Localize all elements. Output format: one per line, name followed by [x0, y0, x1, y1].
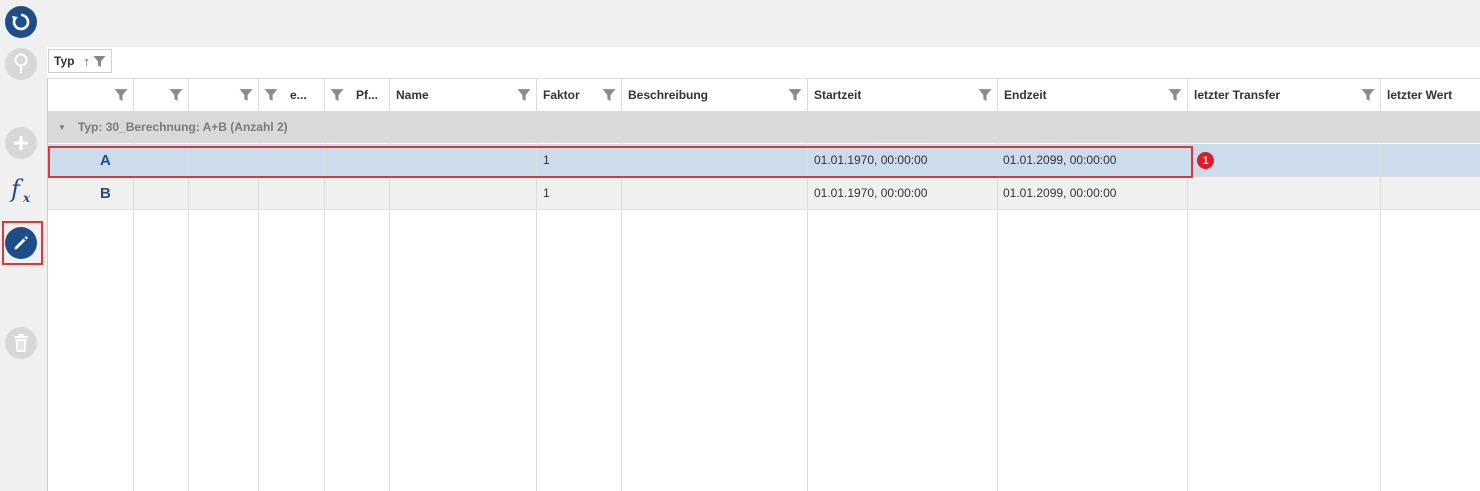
- filter-icon[interactable]: [330, 88, 344, 102]
- pin-button[interactable]: [5, 48, 37, 80]
- column-header-blank-2[interactable]: [134, 79, 189, 111]
- column-header-name[interactable]: Name: [390, 79, 537, 111]
- fx-icon: f x: [9, 175, 31, 205]
- cell-divider: [1380, 144, 1381, 176]
- column-header-label: Startzeit: [814, 88, 862, 102]
- group-by-panel: Typ ↑: [47, 47, 1480, 79]
- column-header-label: letzter Wert: [1387, 88, 1453, 102]
- trash-icon: [14, 334, 28, 352]
- filter-icon[interactable]: [1168, 88, 1182, 105]
- filter-icon[interactable]: [93, 55, 106, 68]
- column-header-blank-1[interactable]: [48, 79, 134, 111]
- filter-icon[interactable]: [114, 88, 128, 105]
- data-grid: e... Pf... Name Faktor Beschreibung Startzeit…: [47, 79, 1480, 491]
- cell-faktor: 1: [543, 186, 550, 200]
- column-header-beschreibung[interactable]: Beschreibung: [622, 79, 808, 111]
- column-header-label: Name: [396, 88, 429, 102]
- plus-icon: [14, 136, 28, 150]
- column-header-letzter-wert[interactable]: letzter Wert: [1381, 79, 1480, 111]
- column-header-letzter-transfer[interactable]: letzter Transfer: [1188, 79, 1381, 111]
- cell-startzeit: 01.01.1970, 00:00:00: [814, 186, 928, 200]
- group-by-chip-typ[interactable]: Typ ↑: [48, 49, 112, 73]
- cell-divider: [807, 177, 808, 209]
- group-row-label: Typ: 30_Berechnung: A+B (Anzahl 2): [77, 120, 288, 134]
- cell-divider: [389, 177, 390, 209]
- refresh-button[interactable]: [5, 6, 37, 38]
- refresh-icon: [12, 13, 30, 31]
- filter-icon[interactable]: [169, 88, 183, 105]
- filter-icon[interactable]: [264, 88, 278, 102]
- group-row[interactable]: ▼ Typ: 30_Berechnung: A+B (Anzahl 2): [48, 111, 1480, 143]
- column-header-label: Beschreibung: [628, 88, 709, 102]
- filter-icon[interactable]: [602, 88, 616, 105]
- filter-icon[interactable]: [239, 88, 253, 105]
- column-header-label: Pf...: [356, 88, 379, 102]
- column-header-pf[interactable]: Pf...: [325, 79, 390, 111]
- column-header-faktor[interactable]: Faktor: [537, 79, 622, 111]
- formula-button[interactable]: f x: [9, 173, 37, 207]
- column-header-blank-3[interactable]: [189, 79, 259, 111]
- svg-text:f: f: [9, 175, 24, 203]
- column-header-label: Endzeit: [1004, 88, 1047, 102]
- table-row[interactable]: B 1 01.01.1970, 00:00:00 01.01.2099, 00:…: [48, 177, 1480, 210]
- callout-badge-1: 1: [1197, 152, 1214, 169]
- filter-icon[interactable]: [517, 88, 531, 105]
- group-by-label: Typ: [54, 54, 75, 68]
- cell-divider: [133, 177, 134, 209]
- cell-name: B: [100, 184, 111, 202]
- cell-divider: [1380, 177, 1381, 209]
- cell-divider: [536, 177, 537, 209]
- column-header-label: Faktor: [543, 88, 580, 102]
- cell-divider: [621, 177, 622, 209]
- cell-divider: [324, 177, 325, 209]
- cell-endzeit: 01.01.2099, 00:00:00: [1003, 186, 1117, 200]
- add-button[interactable]: [5, 127, 37, 159]
- cell-divider: [258, 177, 259, 209]
- column-header-e[interactable]: e...: [259, 79, 325, 111]
- cell-divider: [188, 177, 189, 209]
- cell-divider: [1187, 177, 1188, 209]
- column-header-label: e...: [290, 88, 307, 102]
- cell-divider: [997, 177, 998, 209]
- row-highlight-box: [48, 146, 1193, 178]
- edit-highlight-box: [2, 221, 43, 265]
- column-header-endzeit[interactable]: Endzeit: [998, 79, 1188, 111]
- sort-ascending-icon[interactable]: ↑: [83, 54, 90, 69]
- column-header-startzeit[interactable]: Startzeit: [808, 79, 998, 111]
- svg-text:x: x: [22, 191, 31, 205]
- collapse-caret-icon[interactable]: ▼: [58, 123, 66, 132]
- filter-icon[interactable]: [1361, 88, 1375, 105]
- filter-icon[interactable]: [788, 88, 802, 105]
- pin-icon: [14, 53, 28, 73]
- column-header-label: letzter Transfer: [1194, 88, 1281, 102]
- filter-icon[interactable]: [978, 88, 992, 105]
- delete-button[interactable]: [5, 327, 37, 359]
- grid-header: e... Pf... Name Faktor Beschreibung Startzeit…: [48, 79, 1480, 112]
